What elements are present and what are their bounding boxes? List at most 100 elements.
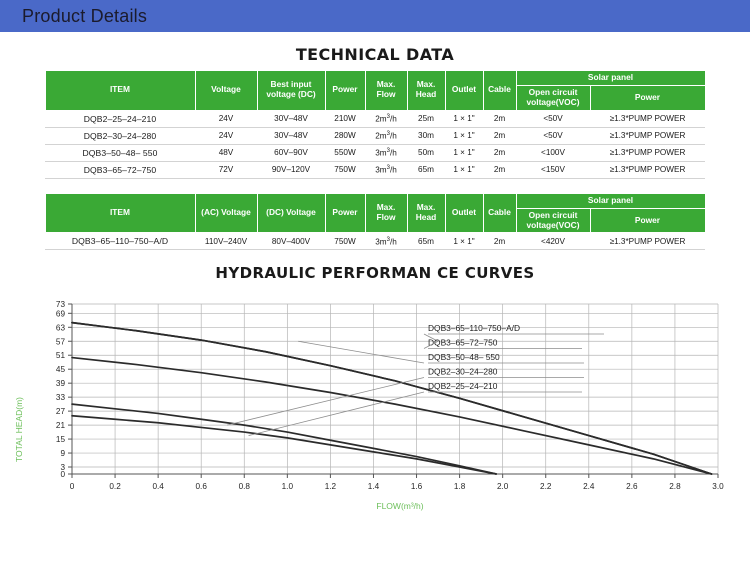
legend-label-4: DQB2–25–24–210 <box>428 381 498 391</box>
chart-legend: DQB3–65–110–750–A/D DQB3–65–72–750 DQB3–50… <box>226 323 604 437</box>
th2-open-circuit-voltage: Open circuit voltage(VOC) <box>515 207 591 234</box>
x-tick-label: 1.6 <box>411 482 423 491</box>
table-row: DQB3–65–110–750–A/D 110V–240V 80V–400V 750W… <box>45 232 705 251</box>
x-tick-label: 0.4 <box>152 482 164 491</box>
t1-cell-voltage: 24V <box>195 110 257 128</box>
t2-cell-power: 750W <box>325 232 365 251</box>
y-tick-label: 15 <box>56 436 66 445</box>
t1-cell-item: DQB2–30–24–280 <box>45 127 195 145</box>
x-tick-label: 3.0 <box>712 482 724 491</box>
t2-cell-max_flow: 3m3/h <box>365 232 407 251</box>
t1-cell-panel_power: ≥1.3*PUMP POWER <box>590 144 705 162</box>
t1-cell-max_head: 30m <box>407 127 445 145</box>
t1-cell-max_head: 25m <box>407 110 445 128</box>
th-best-input-voltage: Best input voltage (DC) <box>256 70 326 111</box>
x-tick-label: 0.2 <box>109 482 121 491</box>
x-tick-label: 2.4 <box>583 482 595 491</box>
table-1-header-row-top: ITEM Voltage Best input voltage (DC) Pow… <box>44 70 706 111</box>
page-title: Product Details <box>22 5 148 26</box>
t1-cell-cable: 2m <box>483 127 516 145</box>
t1-cell-voltage: 72V <box>195 161 257 179</box>
chart-ticks: 03915212733394551576369730 0.2 0.4 0.6 0.8 1.… <box>56 300 724 491</box>
t1-cell-cable: 2m <box>483 144 516 162</box>
t1-cell-voltage: 24V <box>195 127 257 145</box>
technical-data-table-1: ITEM Voltage Best input voltage (DC) Pow… <box>44 70 706 179</box>
table-row: DQB2–25–24–210 24V 30V–48V 210W 2m3/h 25m 1 × … <box>45 110 705 128</box>
curve-4 <box>71 415 498 476</box>
th2-max-flow: Max. Flow <box>364 192 408 234</box>
chart-gridlines <box>71 304 719 475</box>
t2-cell-cable: 2m <box>483 232 516 251</box>
legend-leader-2 <box>298 341 425 364</box>
t1-cell-power: 280W <box>325 127 365 145</box>
th-max-flow: Max. Flow <box>364 70 408 111</box>
y-tick-label: 69 <box>56 310 66 319</box>
t1-cell-max_head: 65m <box>407 161 445 179</box>
th-cable: Cable <box>482 70 517 111</box>
x-tick-label: 1.4 <box>368 482 380 491</box>
t2-cell-panel_power: ≥1.3*PUMP POWER <box>590 232 705 251</box>
x-tick-label: 2.2 <box>540 482 552 491</box>
x-tick-label: 1.8 <box>454 482 466 491</box>
t1-cell-max_flow: 3m3/h <box>365 144 407 162</box>
t1-cell-max_flow: 2m3/h <box>365 127 407 145</box>
th2-power: Power <box>324 192 366 234</box>
table-2-header-row-top: ITEM (AC) Voltage (DC) Voltage Power Max… <box>44 192 706 234</box>
t1-cell-voc: <50V <box>516 110 590 128</box>
t1-cell-power: 750W <box>325 161 365 179</box>
y-tick-label: 33 <box>56 394 66 403</box>
t2-cell-outlet: 1 × 1" <box>445 232 483 251</box>
t1-cell-item: DQB3–65–72–750 <box>45 161 195 179</box>
legend-label-0: DQB3–65–110–750–A/D <box>428 323 520 333</box>
x-tick-label: 1.0 <box>282 482 294 491</box>
chart-svg: 03915212733394551576369730 0.2 0.4 0.6 0.8 1.… <box>14 300 724 511</box>
t1-cell-best_input: 90V–120V <box>257 161 325 179</box>
t1-cell-panel_power: ≥1.3*PUMP POWER <box>590 110 705 128</box>
t2-cell-ac_voltage: 110V–240V <box>195 232 257 251</box>
legend-label-2: DQB3–50–48– 550 <box>428 352 500 362</box>
table-row: DQB3–50–48– 550 48V 60V–90V 550W 3m3/h 50m 1 ×… <box>45 144 705 162</box>
technical-data-table-2: ITEM (AC) Voltage (DC) Voltage Power Max… <box>44 192 706 251</box>
y-tick-label: 9 <box>60 449 65 458</box>
legend-label-1: DQB3–65–72–750 <box>428 338 498 348</box>
x-tick-label: 2.0 <box>497 482 509 491</box>
th2-max-head: Max. Head <box>406 192 446 234</box>
table-row: DQB2–30–24–280 24V 30V–48V 280W 2m3/h 30m 1 × … <box>45 127 705 145</box>
chart-y-axis-label: TOTAL HEAD(m) <box>14 397 24 462</box>
t2-cell-max_head: 65m <box>407 232 445 251</box>
th-item: ITEM <box>44 70 196 111</box>
t1-cell-power: 210W <box>325 110 365 128</box>
th2-outlet: Outlet <box>444 192 484 234</box>
th-voltage: Voltage <box>194 70 258 111</box>
th2-cable: Cable <box>482 192 517 234</box>
chart-curves <box>71 322 713 476</box>
th-max-head: Max. Head <box>406 70 446 111</box>
th-outlet: Outlet <box>444 70 484 111</box>
y-tick-label: 27 <box>56 408 66 417</box>
th2-dc-voltage: (DC) Voltage <box>256 192 326 234</box>
y-tick-label: 39 <box>56 380 66 389</box>
page-header-bar: Product Details <box>0 0 750 32</box>
x-tick-label: 1.2 <box>325 482 337 491</box>
y-tick-label: 45 <box>56 366 66 375</box>
t1-cell-cable: 2m <box>483 110 516 128</box>
t1-cell-max_head: 50m <box>407 144 445 162</box>
th-solar-panel-group: Solar panel <box>515 70 706 86</box>
t1-cell-item: DQB2–25–24–210 <box>45 110 195 128</box>
chart-x-axis-label: FLOW(m³/h) <box>376 501 423 511</box>
t1-cell-voc: <150V <box>516 161 590 179</box>
t1-cell-outlet: 1 × 1" <box>445 127 483 145</box>
t1-cell-outlet: 1 × 1" <box>445 110 483 128</box>
th2-solar-power: Power <box>589 207 706 234</box>
th-solar-power: Power <box>589 84 706 111</box>
th2-item: ITEM <box>44 192 196 234</box>
t1-cell-panel_power: ≥1.3*PUMP POWER <box>590 127 705 145</box>
t1-cell-outlet: 1 × 1" <box>445 144 483 162</box>
t1-cell-voltage: 48V <box>195 144 257 162</box>
legend-label-3: DQB2–30–24–280 <box>428 367 498 377</box>
y-tick-label: 57 <box>56 338 66 347</box>
t1-cell-panel_power: ≥1.3*PUMP POWER <box>590 161 705 179</box>
t2-cell-dc_voltage: 80V–400V <box>257 232 325 251</box>
t1-cell-cable: 2m <box>483 161 516 179</box>
hydraulic-performance-chart-block: HYDRAULIC PERFORMAN CE CURVES 0 3 9 15 21 27 3… <box>0 264 750 522</box>
